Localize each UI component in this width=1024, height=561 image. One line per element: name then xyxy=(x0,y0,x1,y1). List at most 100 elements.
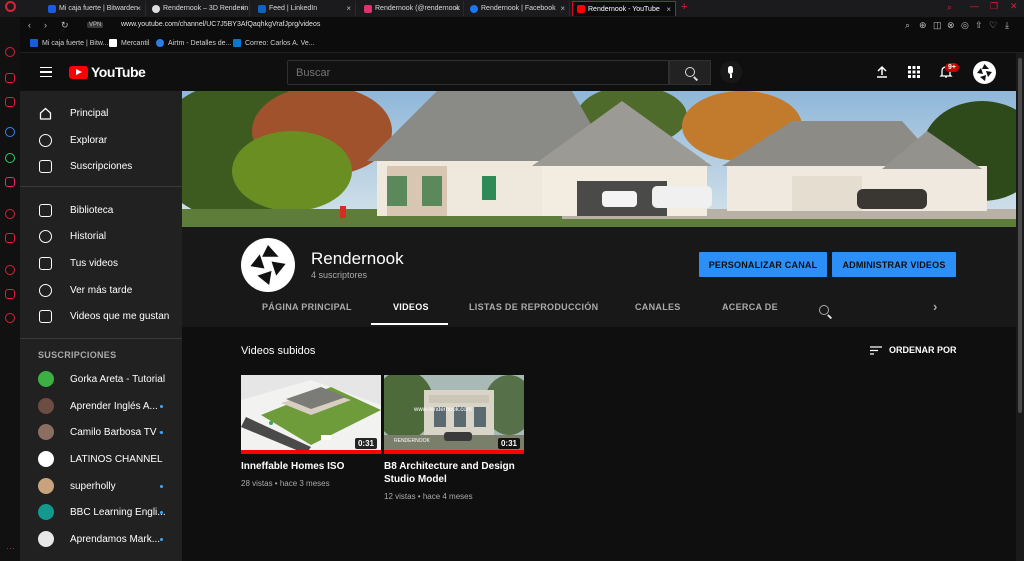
tab-videos[interactable]: VIDEOS xyxy=(393,302,429,312)
chevron-right-icon[interactable]: › xyxy=(933,299,938,314)
subscriptions-icon xyxy=(39,159,52,173)
close-tab-icon[interactable]: × xyxy=(560,4,565,13)
close-window-icon[interactable]: ✕ xyxy=(1010,1,1018,12)
messenger-icon[interactable] xyxy=(5,127,15,137)
camera-icon[interactable]: ◫ xyxy=(933,20,942,31)
youtube-icon xyxy=(577,5,585,13)
search-field[interactable] xyxy=(287,60,669,85)
reload-icon[interactable]: ↻ xyxy=(61,20,69,31)
back-icon[interactable]: ‹ xyxy=(28,20,31,30)
extensions-icon[interactable]: ◎ xyxy=(961,20,969,31)
customize-channel-button[interactable]: PERSONALIZAR CANAL xyxy=(699,252,827,277)
manage-videos-button[interactable]: ADMINISTRAR VIDEOS xyxy=(832,252,956,277)
scrollbar-thumb[interactable] xyxy=(1018,58,1022,413)
subscription-item[interactable]: Gorka Areta - Tutorial... xyxy=(20,369,182,391)
minimize-icon[interactable]: — xyxy=(970,1,979,11)
upload-icon[interactable] xyxy=(875,65,889,79)
subscriptions-heading: SUSCRIPCIONES xyxy=(38,350,117,360)
forward-icon[interactable]: › xyxy=(44,20,47,30)
search-button[interactable] xyxy=(669,60,711,85)
tab-canales[interactable]: CANALES xyxy=(635,302,681,312)
video-title[interactable]: B8 Architecture and Design Studio Model xyxy=(384,460,524,486)
video-thumbnail[interactable]: 0:31 xyxy=(241,375,381,454)
guide-item-suscripciones[interactable]: Suscripciones xyxy=(20,153,182,179)
browser-tab[interactable]: Feed | LinkedIn × xyxy=(254,1,356,16)
zoom-icon[interactable]: ⊕ xyxy=(919,20,927,31)
guide-item-historial[interactable]: Historial xyxy=(20,223,182,249)
guide-item-videos-que-me-gustan[interactable]: Videos que me gustan xyxy=(20,303,182,329)
video-title[interactable]: Inneffable Homes ISO xyxy=(241,460,381,473)
video-thumbnail[interactable]: www.rendernook.com RENDERNOOK 0:31 xyxy=(384,375,524,454)
subscription-item[interactable]: Aprender Inglés A... xyxy=(20,396,182,418)
twitch-icon[interactable] xyxy=(5,97,15,107)
browser-tab[interactable]: Rendernook (@rendernook × xyxy=(360,1,464,16)
new-tab-icon[interactable]: + xyxy=(681,1,687,13)
channel-avatar xyxy=(38,371,54,387)
tab-pagina-principal[interactable]: PÁGINA PRINCIPAL xyxy=(262,302,352,312)
whatsapp-icon[interactable] xyxy=(5,153,15,163)
bookmark-item[interactable]: Mi caja fuerte | Bitw... xyxy=(30,39,108,47)
vpn-badge[interactable]: VPN xyxy=(87,22,104,28)
instagram-side-icon[interactable] xyxy=(5,177,15,187)
channel-search-icon[interactable] xyxy=(819,305,829,315)
shopping-icon[interactable] xyxy=(5,73,15,83)
bookmark-item[interactable]: Airtm - Detalles de... xyxy=(156,39,231,47)
close-tab-icon[interactable]: × xyxy=(346,4,351,13)
download-icon[interactable]: ⤓ xyxy=(1005,20,1009,31)
adblock-icon[interactable]: ⊗ xyxy=(947,20,955,31)
sort-button[interactable]: ORDENAR POR xyxy=(889,345,957,355)
search-page-icon[interactable]: ⌕ xyxy=(905,20,910,31)
hamburger-menu-icon[interactable] xyxy=(40,67,52,77)
guide-item-tus-videos[interactable]: Tus videos xyxy=(20,250,182,276)
tab-listas-de-reproduccion[interactable]: LISTAS DE REPRODUCCIÓN xyxy=(469,302,598,312)
sort-icon[interactable] xyxy=(870,346,882,355)
address-bar: ‹ › ↻ VPN www.youtube.com/channel/UC7J5B… xyxy=(20,17,1024,36)
search-input[interactable] xyxy=(288,61,668,84)
uploaded-videos-heading: Videos subidos xyxy=(241,345,316,357)
settings-side-icon[interactable] xyxy=(5,313,15,323)
send-icon[interactable] xyxy=(5,233,15,243)
speed-dial-icon[interactable] xyxy=(5,47,15,57)
guide-item-explorar[interactable]: Explorar xyxy=(20,127,182,153)
subscription-item[interactable]: Aprendamos Mark... xyxy=(20,529,182,551)
box-icon[interactable] xyxy=(5,289,15,299)
history-side-icon[interactable] xyxy=(5,265,15,275)
youtube-logo-text[interactable]: YouTube xyxy=(91,64,146,80)
opera-logo-icon[interactable] xyxy=(5,1,16,12)
browser-tab[interactable]: Rendernook – 3D Renderin × xyxy=(148,1,250,16)
browser-tab[interactable]: Mi caja fuerte | Bitwarden × xyxy=(44,1,146,16)
url-field[interactable]: www.youtube.com/channel/UC7J5BY3AfQaqhkg… xyxy=(121,21,320,28)
close-tab-icon[interactable]: × xyxy=(240,4,245,13)
subscription-item[interactable]: superholly xyxy=(20,476,182,498)
apps-grid-icon[interactable] xyxy=(907,65,921,79)
search-tabs-icon[interactable]: ⌕ xyxy=(947,2,952,13)
browser-tab[interactable]: Rendernook | Facebook × xyxy=(466,1,570,16)
channel-name: Rendernook xyxy=(311,249,404,268)
restore-icon[interactable]: ❐ xyxy=(990,1,998,12)
close-tab-icon[interactable]: × xyxy=(136,4,141,13)
tab-acerca-de[interactable]: ACERCA DE xyxy=(722,302,778,312)
subscription-item[interactable]: BBC Learning Engli... xyxy=(20,502,182,524)
video-meta: 28 vistas • hace 3 meses xyxy=(241,479,330,488)
record-icon[interactable] xyxy=(5,209,15,219)
bookmark-item[interactable]: Correo: Carlos A. Ve... xyxy=(233,39,315,47)
bookmarks-bar: Mi caja fuerte | Bitw... Mercantil Airtm… xyxy=(20,36,1024,53)
channel-avatar-large[interactable] xyxy=(241,238,295,292)
account-avatar[interactable] xyxy=(973,61,996,84)
heart-icon[interactable]: ♡ xyxy=(989,20,997,31)
browser-tab-bar: Mi caja fuerte | Bitwarden × Rendernook –… xyxy=(0,0,1024,17)
more-icon[interactable]: ··· xyxy=(6,543,15,553)
voice-search-icon[interactable] xyxy=(720,61,742,83)
share-icon[interactable]: ⇧ xyxy=(975,20,983,31)
youtube-logo-icon[interactable] xyxy=(69,66,88,79)
close-tab-icon[interactable]: × xyxy=(666,5,671,14)
browser-tab-active[interactable]: Rendernook - YouTube × xyxy=(572,1,676,16)
bookmark-item[interactable]: Mercantil xyxy=(109,39,149,47)
guide-item-ver-mas-tarde[interactable]: Ver más tarde xyxy=(20,277,182,303)
guide-item-principal[interactable]: Principal xyxy=(20,100,182,126)
close-tab-icon[interactable]: × xyxy=(454,4,459,13)
subscription-item[interactable]: Camilo Barbosa TV - I... xyxy=(20,422,182,444)
subscription-item[interactable]: LATINOS CHANNEL xyxy=(20,449,182,471)
guide-item-biblioteca[interactable]: Biblioteca xyxy=(20,197,182,223)
channel-avatar xyxy=(38,531,54,547)
